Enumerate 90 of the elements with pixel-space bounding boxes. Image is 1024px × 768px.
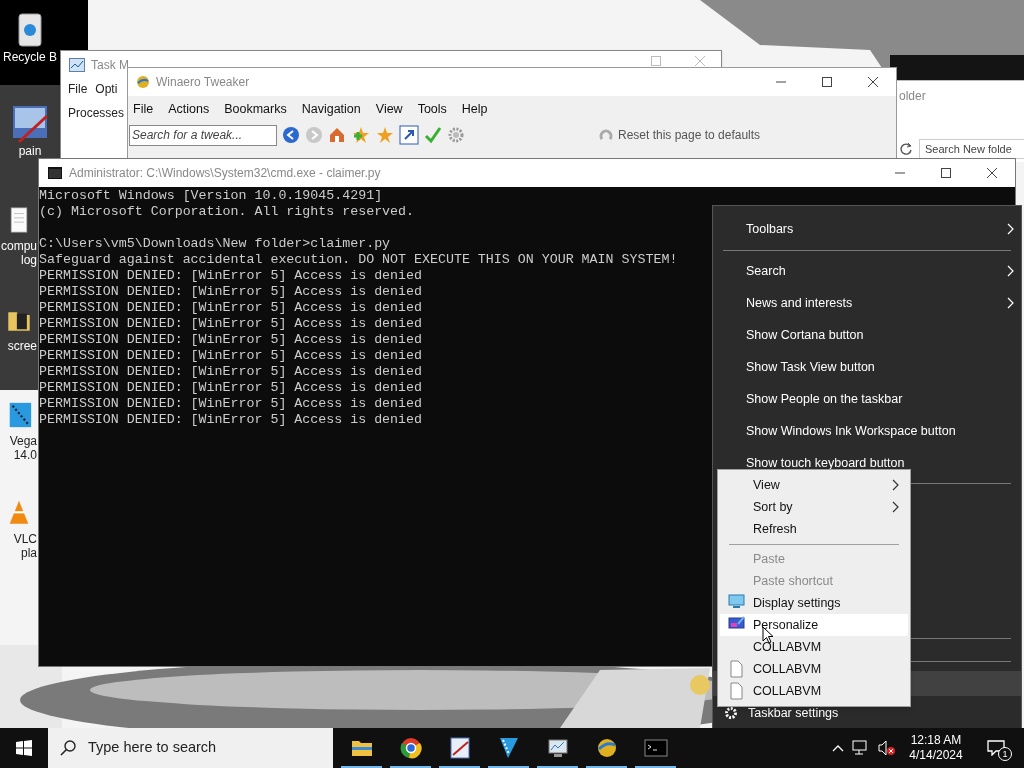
- menu-item[interactable]: Display settings: [720, 592, 908, 614]
- globe-icon: [136, 75, 150, 89]
- icon-label[interactable]: pain: [18, 144, 42, 158]
- menu-item[interactable]: Search: [713, 255, 1021, 287]
- window-title: Administrator: C:\Windows\System32\cmd.exe - claimer.py: [69, 165, 381, 182]
- console-line: PERMISSION DENIED: [WinError 5] Access is denied: [39, 316, 422, 332]
- clock-date[interactable]: 4/14/2024: [909, 748, 963, 763]
- clock-time[interactable]: 12:18 AM: [910, 733, 962, 748]
- icon-label[interactable]: VLC: [13, 532, 37, 546]
- menu-item[interactable]: Tools: [417, 99, 447, 119]
- console-line: PERMISSION DENIED: [WinError 5] Access is denied: [39, 364, 422, 380]
- search-field[interactable]: Search for a tweak...: [129, 124, 277, 146]
- menu-item[interactable]: Sort by: [720, 496, 908, 518]
- menu-item[interactable]: Show People on the taskbar: [713, 383, 1021, 415]
- monitor-icon[interactable]: [545, 736, 570, 760]
- checkmark-icon[interactable]: [424, 126, 442, 144]
- chevron-up-icon[interactable]: [832, 744, 844, 752]
- console-line: Microsoft Windows [Version 10.0.19045.4291]: [39, 188, 383, 204]
- chevron-right-icon: [891, 478, 900, 492]
- console-line: PERMISSION DENIED: [WinError 5] Access is denied: [39, 332, 422, 348]
- tab[interactable]: Processes: [68, 104, 125, 122]
- refresh-icon[interactable]: [899, 142, 913, 156]
- menu-item[interactable]: COLLABVM: [720, 636, 908, 658]
- icon-label[interactable]: Recycle B: [3, 50, 57, 64]
- menu-item[interactable]: COLLABVM: [720, 680, 908, 702]
- console-line: PERMISSION DENIED: [WinError 5] Access is denied: [39, 380, 422, 396]
- chevron-right-icon: [1006, 296, 1015, 310]
- console-icon[interactable]: [643, 736, 668, 760]
- chevron-right-icon: [891, 500, 900, 514]
- menu-item[interactable]: Bookmarks: [224, 99, 287, 119]
- menu-item[interactable]: Help: [461, 99, 488, 119]
- menu-item: Paste shortcut: [752, 572, 834, 590]
- menu-item[interactable]: COLLABVM: [720, 658, 908, 680]
- settings-icon: [724, 706, 738, 720]
- console-line: PERMISSION DENIED: [WinError 5] Access is denied: [39, 348, 422, 364]
- back-icon[interactable]: [282, 126, 300, 144]
- maximize-icon[interactable]: [940, 167, 952, 179]
- close-icon[interactable]: [986, 167, 998, 179]
- menu-item[interactable]: File: [133, 99, 154, 119]
- chevron-right-icon: [1006, 264, 1015, 278]
- star-icon[interactable]: [376, 126, 394, 144]
- paint-icon[interactable]: [447, 736, 472, 760]
- file-icon: [728, 682, 745, 700]
- icon-label[interactable]: pla: [21, 546, 37, 560]
- console-line: PERMISSION DENIED: [WinError 5] Access is denied: [39, 284, 422, 300]
- menu-item[interactable]: Refresh: [720, 518, 908, 540]
- icon-label[interactable]: 14.0: [13, 448, 37, 462]
- menu-item[interactable]: Actions: [168, 99, 210, 119]
- chart-icon: [69, 57, 85, 72]
- menu-item[interactable]: Opti: [95, 80, 118, 98]
- console-line: (c) Microsoft Corporation. All rights reserved.: [39, 204, 415, 220]
- shortcut-icon[interactable]: [399, 125, 419, 145]
- chrome-icon[interactable]: [398, 736, 423, 760]
- notification-icon[interactable]: [987, 740, 1005, 756]
- menu-item[interactable]: News and interests: [713, 287, 1021, 319]
- window-title: Winaero Tweaker: [156, 74, 250, 91]
- menu-item: Paste: [752, 550, 786, 568]
- window-title: older: [898, 88, 927, 105]
- console-line: PERMISSION DENIED: [WinError 5] Access is denied: [39, 396, 422, 412]
- volume-muted-icon[interactable]: [878, 740, 896, 756]
- icon-label[interactable]: scree: [7, 339, 37, 353]
- console-line: PERMISSION DENIED: [WinError 5] Access is denied: [39, 412, 422, 428]
- console-line: PERMISSION DENIED: [WinError 5] Access is denied: [39, 300, 422, 316]
- console-line: Safeguard against accidental execution. DO NOT EXECUTE THIS ON YOUR MAIN SYSTEM!: [39, 252, 678, 268]
- file-icon: [728, 660, 745, 678]
- console-icon: [48, 167, 62, 179]
- chevron-right-icon: [1006, 222, 1015, 236]
- search-field[interactable]: Type here to search: [48, 728, 333, 768]
- home-icon[interactable]: [328, 126, 346, 144]
- menu-item[interactable]: Show Task View button: [713, 351, 1021, 383]
- icon-label[interactable]: log: [21, 253, 37, 267]
- menu-item[interactable]: Toolbars: [713, 213, 1021, 245]
- reset-button[interactable]: Reset this page to defaults: [618, 126, 761, 144]
- windows-start-icon[interactable]: [16, 740, 32, 756]
- search-icon: [60, 740, 76, 756]
- menu-item[interactable]: Show Windows Ink Workspace button: [713, 415, 1021, 447]
- menu-item[interactable]: View: [375, 99, 403, 119]
- maximize-icon[interactable]: [821, 76, 833, 88]
- icon-label[interactable]: Vega: [9, 434, 37, 448]
- network-icon[interactable]: [852, 740, 870, 756]
- icon-label[interactable]: compu: [0, 239, 37, 253]
- notification-badge: 1: [998, 747, 1012, 761]
- menu-item[interactable]: File: [68, 80, 88, 98]
- console-line: C:\Users\vm5\Downloads\New folder>claimer.py: [39, 236, 391, 252]
- menu-item[interactable]: Show Cortana button: [713, 319, 1021, 351]
- menu-item[interactable]: Navigation: [301, 99, 361, 119]
- menu-item[interactable]: View: [720, 474, 908, 496]
- console-line: PERMISSION DENIED: [WinError 5] Access is denied: [39, 268, 422, 284]
- menu-item[interactable]: Personalize: [720, 614, 908, 636]
- close-icon[interactable]: [867, 76, 879, 88]
